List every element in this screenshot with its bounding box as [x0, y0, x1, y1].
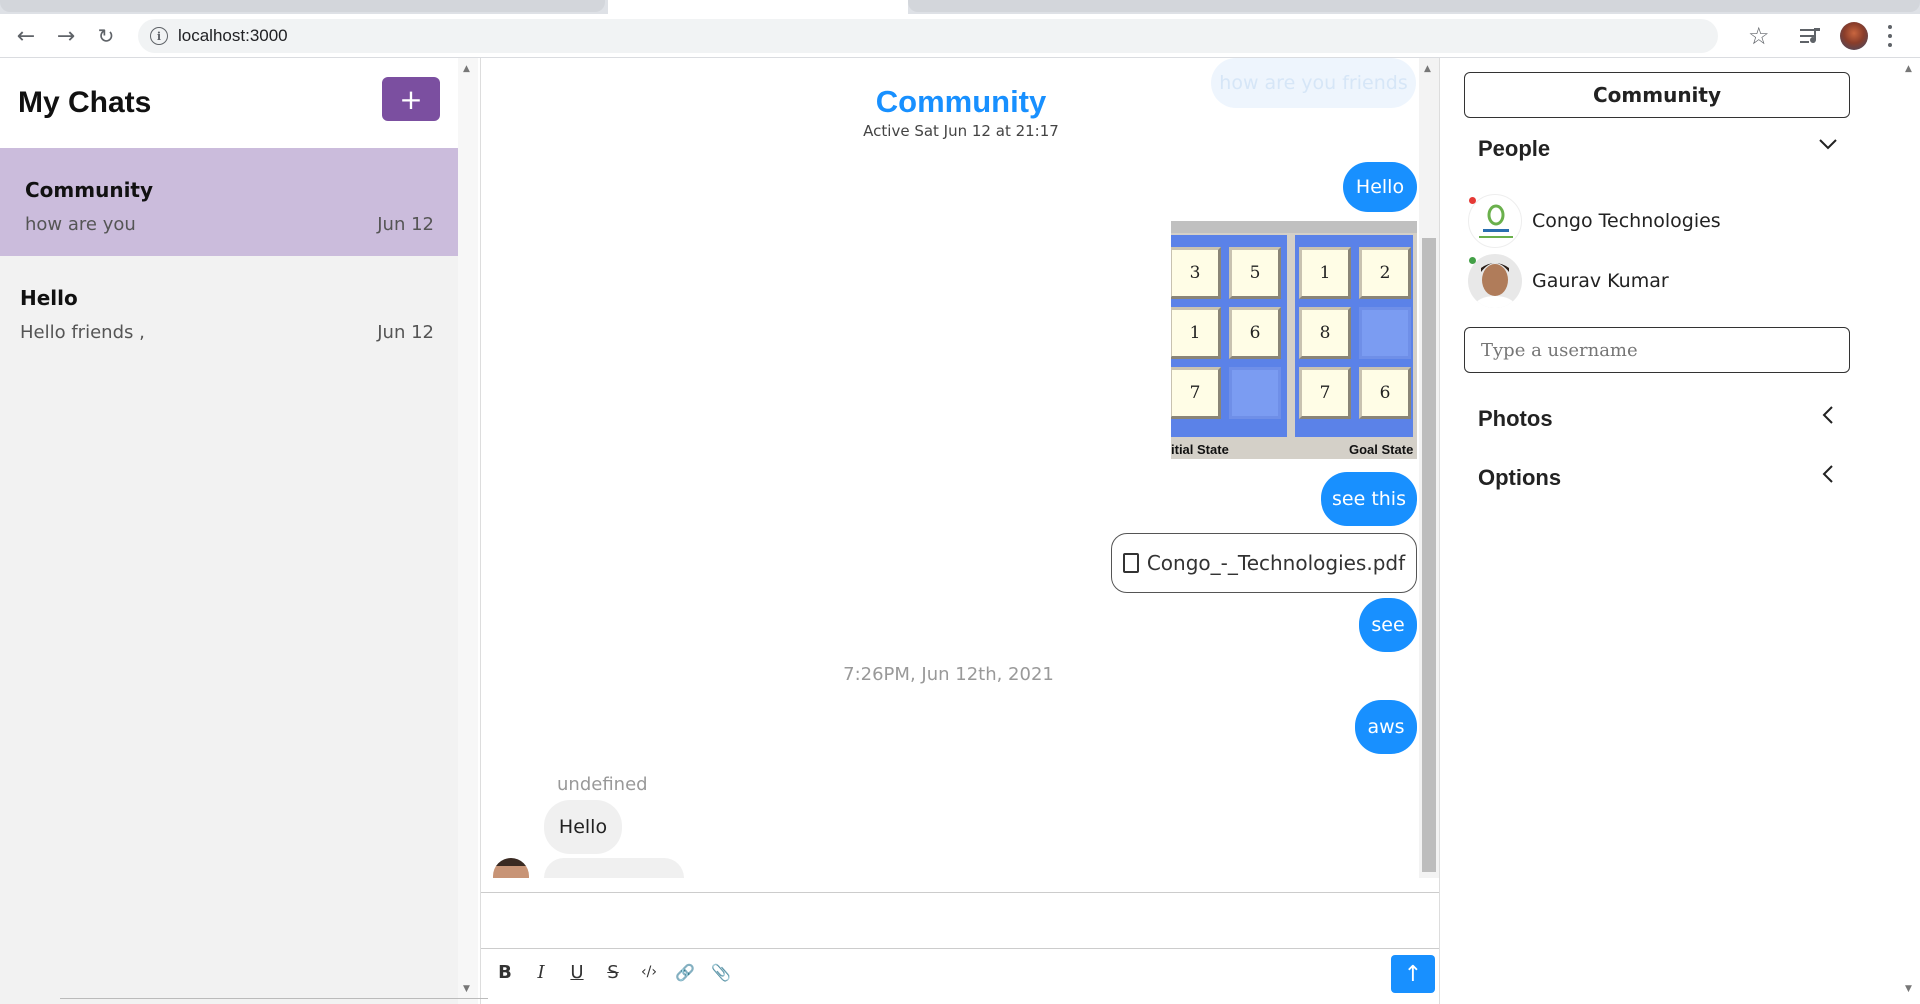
puzzle-tile: 7	[1299, 367, 1351, 419]
reload-icon[interactable]: ↻	[92, 22, 120, 50]
chat-settings-title: Community	[1464, 72, 1850, 118]
puzzle-caption-goal: Goal State	[1349, 442, 1414, 457]
person-name: Gaurav Kumar	[1532, 270, 1669, 292]
file-icon	[1122, 553, 1139, 573]
file-name: Congo_-_Technologies.pdf	[1146, 551, 1406, 575]
person-avatar	[1468, 194, 1522, 248]
my-message-bubble[interactable]: aws	[1355, 700, 1417, 754]
person-item[interactable]: Gaurav Kumar	[1468, 254, 1669, 308]
chat-list-scrollbar[interactable]: ▲ ▼	[458, 58, 478, 1004]
chat-item-hello[interactable]: Hello Hello friends , Jun 12	[0, 256, 458, 364]
chat-feed-panel: how are you friends Community Active Sat…	[480, 58, 1440, 1004]
chat-item-date: Jun 12	[377, 214, 434, 235]
person-item[interactable]: Congo Technologies	[1468, 194, 1721, 248]
send-button[interactable]: ↑	[1391, 955, 1435, 993]
reading-list-icon[interactable]	[1798, 24, 1824, 48]
chat-list-panel: My Chats + Community how are you Jun 12 …	[0, 58, 458, 1004]
browser-toolbar: ← → ↻ i localhost:3000 ☆	[0, 14, 1920, 58]
browser-tabstrip	[0, 0, 1920, 14]
url-text[interactable]: localhost:3000	[178, 26, 288, 46]
chat-list: Community how are you Jun 12 Hello Hello…	[0, 148, 458, 1004]
puzzle-tile: 8	[1299, 307, 1351, 359]
chat-item-date: Jun 12	[377, 322, 434, 343]
chat-list-title: My Chats	[18, 86, 152, 119]
address-bar[interactable]: i localhost:3000	[138, 19, 1718, 53]
chat-item-name: Hello	[20, 286, 78, 310]
image-titlebar	[1171, 221, 1417, 233]
puzzle-tile: 1	[1171, 307, 1221, 359]
chevron-down-icon[interactable]	[1818, 134, 1838, 160]
puzzle-tile: 5	[1229, 247, 1281, 299]
chat-item-community[interactable]: Community how are you Jun 12	[0, 148, 458, 256]
chat-item-last-message: Hello friends ,	[20, 322, 145, 343]
status-dot	[1469, 257, 1476, 264]
scroll-down-icon[interactable]: ▼	[1905, 984, 1912, 994]
chat-subtitle: Active Sat Jun 12 at 21:17	[863, 122, 1059, 140]
underline-icon[interactable]: U	[563, 958, 591, 986]
back-arrow-icon[interactable]: ←	[12, 22, 40, 50]
chat-item-name: Community	[25, 178, 154, 202]
puzzle-tile-blank	[1229, 367, 1281, 419]
link-icon[interactable]: 🔗	[671, 958, 699, 986]
puzzle-tile: 2	[1359, 247, 1411, 299]
puzzle-tile: 1	[1299, 247, 1351, 299]
puzzle-tile: 6	[1359, 367, 1411, 419]
new-chat-button[interactable]: +	[382, 77, 440, 121]
puzzle-tile: 6	[1229, 307, 1281, 359]
bookmark-star-icon[interactable]: ☆	[1748, 22, 1770, 50]
photos-section-header[interactable]: Photos	[1478, 406, 1553, 432]
options-section-header[interactable]: Options	[1478, 465, 1561, 491]
chat-feed-scrollbar[interactable]: ▲	[1419, 58, 1439, 878]
puzzle-initial-panel: 3 5 1 6 7	[1171, 235, 1287, 437]
chat-item-last-message: how are you	[25, 214, 136, 235]
italic-icon[interactable]: I	[527, 958, 555, 986]
strikethrough-icon[interactable]: S	[599, 958, 627, 986]
scroll-up-icon[interactable]: ▲	[1424, 64, 1431, 74]
incoming-message-bubble[interactable]: Hello	[544, 800, 622, 854]
message-input[interactable]	[481, 893, 1439, 949]
code-icon[interactable]: ‹/›	[635, 958, 663, 986]
horizontal-divider	[60, 998, 488, 1004]
chevron-left-icon[interactable]	[1818, 405, 1838, 431]
chat-title: Community	[875, 84, 1047, 119]
status-dot	[1469, 197, 1476, 204]
chevron-left-icon[interactable]	[1818, 464, 1838, 490]
scroll-up-icon[interactable]: ▲	[1905, 64, 1912, 74]
puzzle-tile: 3	[1171, 247, 1221, 299]
browser-tab[interactable]	[908, 0, 1920, 12]
my-message-bubble[interactable]: see this	[1321, 472, 1417, 526]
people-section-header[interactable]: People	[1478, 136, 1550, 162]
browser-menu-icon[interactable]	[1886, 22, 1894, 50]
browser-tab[interactable]	[0, 0, 605, 12]
formatting-toolbar: B I U S ‹/› 🔗 📎	[491, 957, 735, 987]
message-composer: B I U S ‹/› 🔗 📎 ↑	[481, 892, 1439, 1004]
page-scrollbar[interactable]: ▲ ▼	[1900, 58, 1920, 1004]
attach-icon[interactable]: 📎	[707, 958, 735, 986]
message-timestamp: 7:26PM, Jun 12th, 2021	[843, 664, 1054, 685]
puzzle-goal-panel: 1 2 8 7 6	[1295, 235, 1413, 437]
person-name: Congo Technologies	[1532, 210, 1721, 232]
puzzle-tile-blank	[1359, 307, 1411, 359]
person-avatar	[1468, 254, 1522, 308]
file-attachment-bubble[interactable]: Congo_-_Technologies.pdf	[1111, 533, 1417, 593]
puzzle-tile: 7	[1171, 367, 1221, 419]
my-message-bubble[interactable]: see	[1359, 598, 1417, 652]
sender-name: undefined	[557, 774, 648, 795]
scrollbar-thumb[interactable]	[1422, 238, 1436, 872]
puzzle-caption-initial: itial State	[1171, 442, 1229, 457]
info-icon[interactable]: i	[150, 27, 168, 45]
scroll-up-icon[interactable]: ▲	[463, 64, 470, 74]
incoming-message-bubble[interactable]	[544, 858, 684, 878]
message-image[interactable]: 3 5 1 6 7 1 2 8 7 6 itial State Goal Sta…	[1171, 221, 1417, 459]
forward-arrow-icon[interactable]: →	[52, 22, 80, 50]
username-input[interactable]	[1464, 327, 1850, 373]
profile-avatar[interactable]	[1840, 22, 1868, 50]
sender-avatar	[493, 858, 529, 878]
browser-tab-active[interactable]	[608, 0, 908, 14]
scroll-down-icon[interactable]: ▼	[463, 984, 470, 994]
my-message-bubble[interactable]: Hello	[1343, 162, 1417, 212]
chat-settings-panel: Community People Congo Technologies Gaur…	[1442, 58, 1920, 1004]
bold-icon[interactable]: B	[491, 958, 519, 986]
